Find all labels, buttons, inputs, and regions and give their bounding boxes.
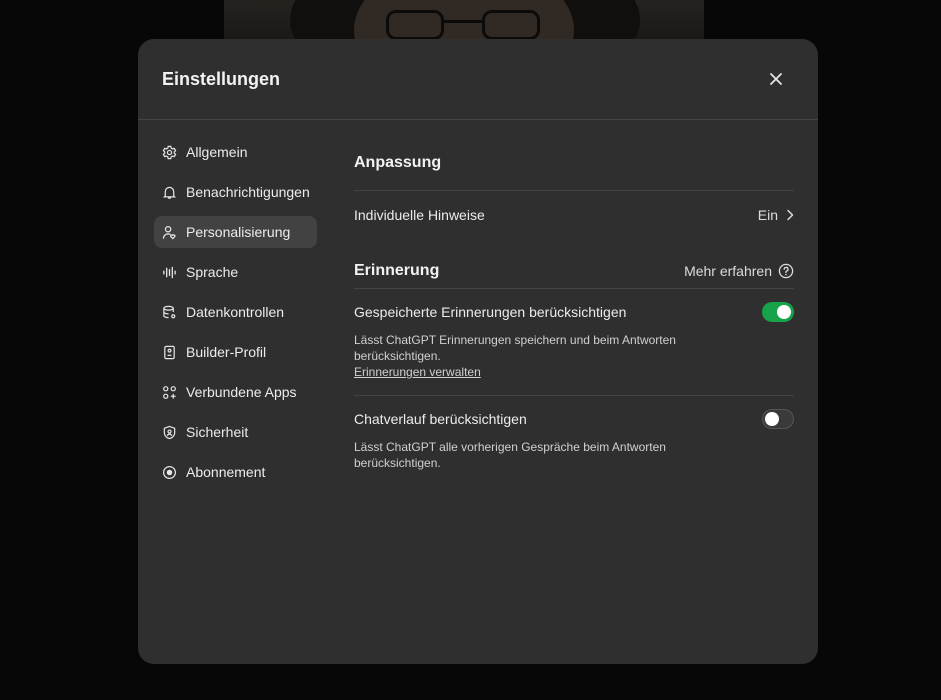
sidebar-item-verbundene-apps[interactable]: Verbundene Apps [154,376,317,408]
sidebar-item-abonnement[interactable]: Abonnement [154,456,317,488]
sidebar-item-builder-profil[interactable]: Builder-Profil [154,336,317,368]
sidebar-item-label: Sicherheit [186,424,249,440]
person-heart-icon [162,225,177,240]
sidebar-item-sicherheit[interactable]: Sicherheit [154,416,317,448]
database-icon [162,305,177,320]
sidebar-item-allgemein[interactable]: Allgemein [154,136,317,168]
sidebar-item-label: Verbundene Apps [186,384,297,400]
chevron-right-icon [787,209,794,221]
sidebar-item-datenkontrollen[interactable]: Datenkontrollen [154,296,317,328]
custom-instructions-row[interactable]: Individuelle Hinweise Ein [354,191,794,239]
bell-icon [162,185,177,200]
close-button[interactable] [764,67,788,91]
modal-header: Einstellungen [138,39,818,120]
manage-memories-link[interactable]: Erinnerungen verwalten [354,364,794,380]
help-circle-icon [778,263,794,278]
anpassung-title: Anpassung [354,154,442,171]
close-icon [770,73,782,85]
sidebar-item-label: Datenkontrollen [186,304,285,320]
toggle-knob [777,305,791,319]
sidebar-item-label: Benachrichtigungen [186,184,310,200]
sidebar-item-label: Abonnement [186,464,266,480]
modal-title: Einstellungen [162,68,281,89]
apps-grid-icon [162,385,177,400]
custom-instructions-label: Individuelle Hinweise [354,207,485,223]
chat-history-setting: Chatverlauf berücksichtigen Lässt ChatGP… [354,396,794,486]
saved-memories-toggle[interactable] [762,302,794,322]
toggle-knob [765,412,779,426]
anpassung-section-header: Anpassung [354,136,794,191]
chat-history-label: Chatverlauf berücksichtigen [354,411,527,427]
settings-sidebar: Allgemein Benachrichtigungen Personalisi… [154,136,317,496]
settings-modal: Einstellungen Allgemein Benachrichtigung… [138,39,818,664]
sidebar-item-label: Builder-Profil [186,344,267,360]
custom-instructions-value: Ein [757,207,778,223]
chat-history-description: Lässt ChatGPT alle vorherigen Gespräche … [354,440,666,470]
waveform-icon [162,265,177,280]
sidebar-item-personalisierung[interactable]: Personalisierung [154,216,317,248]
erinnerung-title: Erinnerung [354,261,440,279]
id-card-icon [162,345,177,360]
settings-content: Anpassung Individuelle Hinweise Ein Erin… [354,136,794,486]
sidebar-item-label: Sprache [186,264,239,280]
saved-memories-setting: Gespeicherte Erinnerungen berücksichtige… [354,289,794,396]
custom-instructions-status[interactable]: Ein [758,207,794,223]
learn-more-label: Mehr erfahren [684,262,772,279]
sidebar-item-label: Personalisierung [186,224,291,240]
saved-memories-description: Lässt ChatGPT Erinnerungen speichern und… [354,333,676,363]
gear-icon [162,145,177,160]
subscription-icon [162,465,177,480]
sidebar-item-sprache[interactable]: Sprache [154,256,317,288]
chat-history-toggle[interactable] [762,409,794,429]
erinnerung-section-header: Erinnerung Mehr erfahren [354,253,794,289]
shield-icon [162,425,177,440]
saved-memories-label: Gespeicherte Erinnerungen berücksichtige… [354,304,627,320]
sidebar-item-label: Allgemein [186,144,248,160]
sidebar-item-benachrichtigungen[interactable]: Benachrichtigungen [154,176,317,208]
learn-more-link[interactable]: Mehr erfahren [684,263,794,279]
